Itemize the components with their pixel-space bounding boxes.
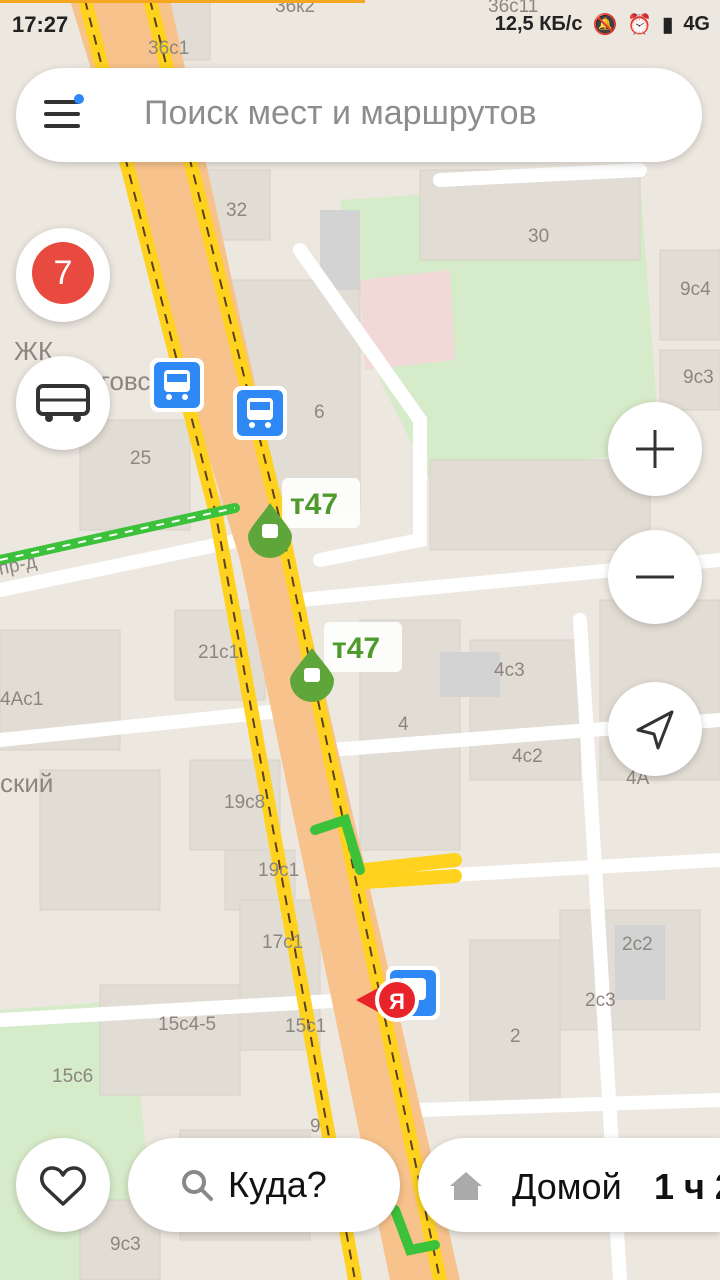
route-label: т47: [290, 488, 338, 521]
bus-icon: [36, 384, 90, 422]
network-type: 4G: [683, 13, 710, 35]
status-time: 17:27: [12, 12, 69, 37]
label-9c3-bottom: 9с3: [110, 1234, 141, 1255]
where-to-label: Куда?: [228, 1164, 327, 1205]
zoom-out-button[interactable]: [608, 530, 702, 624]
bus-stop-icon[interactable]: [233, 386, 287, 440]
minus-icon: [636, 575, 674, 579]
me-label: Я: [389, 989, 405, 1014]
label-2: 2: [510, 1026, 521, 1047]
search-icon: [182, 1170, 213, 1201]
label-19c1: 19с1: [258, 860, 299, 881]
plus-icon: [636, 430, 674, 468]
traffic-level: 7: [32, 242, 94, 304]
transport-button[interactable]: [16, 356, 110, 450]
label-9c3: 9с3: [683, 367, 714, 388]
menu-button[interactable]: [44, 94, 84, 136]
label-4: 4: [398, 714, 409, 735]
heart-icon: [40, 1166, 86, 1206]
home-travel-time: 1 ч 2: [654, 1166, 720, 1207]
signal-icon: ▮: [662, 14, 674, 36]
label-9: 9: [310, 1116, 321, 1137]
status-bar: 17:27 12,5 КБ/с 🔕 ⏰ ▮ 4G: [0, 0, 720, 52]
label-32: 32: [226, 200, 247, 221]
label-17c1: 17с1: [262, 932, 303, 953]
home-icon: [450, 1172, 482, 1200]
label-19c8: 19с8: [224, 792, 265, 813]
label-4c3: 4с3: [494, 660, 525, 681]
mute-icon: 🔕: [592, 14, 618, 36]
traffic-button[interactable]: 7: [16, 228, 110, 322]
label-30: 30: [528, 226, 549, 247]
label-15c6: 15с6: [52, 1066, 93, 1087]
label-6: 6: [314, 402, 325, 423]
label-9c4: 9с4: [680, 279, 711, 300]
search-bar[interactable]: Поиск мест и маршрутов: [16, 68, 702, 162]
label-21c1: 21с1: [198, 642, 239, 663]
route-label: т47: [332, 632, 380, 665]
home-label: Домой: [512, 1166, 622, 1207]
label-2c3: 2с3: [585, 990, 616, 1011]
my-location-button[interactable]: [608, 682, 702, 776]
label-15c4-5: 15с4-5: [158, 1014, 216, 1035]
label-15c1: 15с1: [285, 1016, 326, 1037]
label-district: ский: [0, 768, 53, 798]
label-25: 25: [130, 448, 151, 469]
home-route-button[interactable]: Домой 1 ч 2: [418, 1138, 720, 1232]
where-to-button[interactable]: Куда?: [128, 1138, 400, 1232]
bus-stop-icon[interactable]: [150, 358, 204, 412]
notification-dot: [74, 94, 84, 104]
navigation-arrow-icon: [636, 710, 674, 750]
map-view[interactable]: 36с1 36к2 36с11 32 30 9с4 9с3 ЖК торговс…: [0, 0, 720, 1280]
label-4c2: 4с2: [512, 746, 543, 767]
label-4ac1: 4Ac1: [0, 689, 43, 710]
label-2c2: 2с2: [622, 934, 653, 955]
network-speed: 12,5 КБ/с: [494, 13, 583, 35]
zoom-in-button[interactable]: [608, 402, 702, 496]
alarm-icon: ⏰: [627, 14, 653, 36]
favorites-button[interactable]: [16, 1138, 110, 1232]
search-placeholder[interactable]: Поиск мест и маршрутов: [144, 94, 537, 133]
